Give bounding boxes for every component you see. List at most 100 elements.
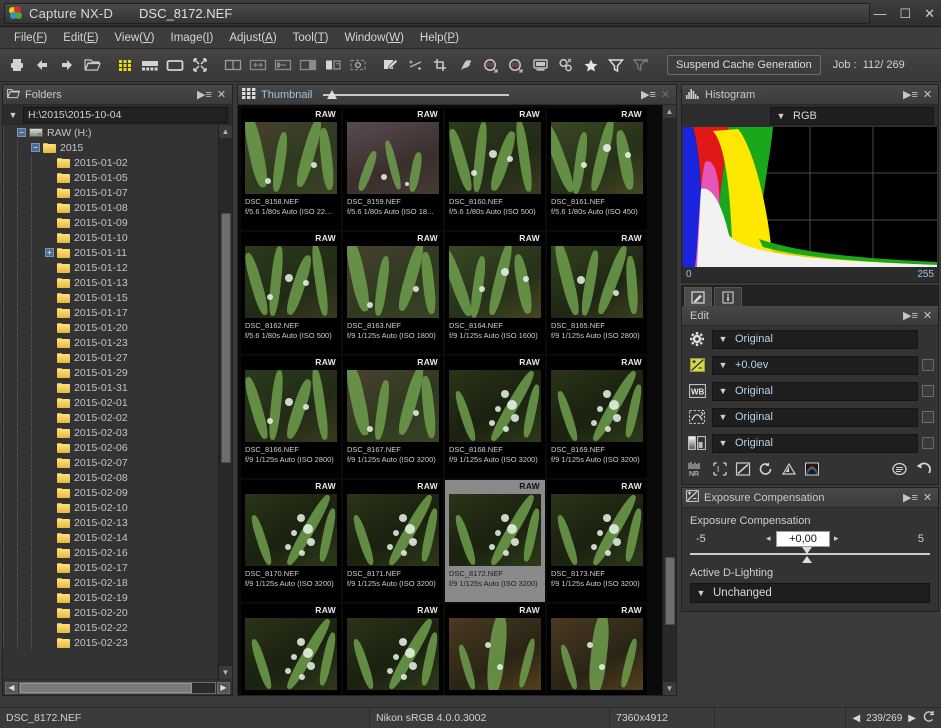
tree-item-year[interactable]: −2015	[3, 140, 218, 155]
edit-select-4[interactable]: ▼Original	[712, 434, 918, 453]
tree-item-2015-01-02[interactable]: 2015-01-02	[3, 155, 218, 170]
tree-item-2015-01-15[interactable]: 2015-01-15	[3, 290, 218, 305]
tree-item-2015-01-07[interactable]: 2015-01-07	[3, 185, 218, 200]
slider-handle[interactable]	[327, 90, 337, 99]
panel-menu-icon[interactable]: ▶≡	[197, 88, 210, 101]
tree-item-2015-02-06[interactable]: 2015-02-06	[3, 440, 218, 455]
exposure-value-input[interactable]: +0,00	[776, 531, 830, 547]
edit-row-checkbox[interactable]	[922, 359, 934, 371]
two-up-compare-icon[interactable]	[222, 54, 244, 76]
forward-arrow-icon[interactable]	[56, 54, 78, 76]
tree-item-2015-02-19[interactable]: 2015-02-19	[3, 590, 218, 605]
menu-item-tool[interactable]: Tool(T)	[286, 30, 336, 46]
noise-reduction-icon[interactable]: NR	[688, 461, 705, 480]
thumbnail-item[interactable]: RAWDSC_8170.NEFf/9 1/125s Auto (ISO 3200…	[241, 480, 341, 602]
refresh-icon[interactable]	[922, 710, 935, 726]
filter-clear-icon[interactable]	[630, 54, 652, 76]
thumbnail-item[interactable]: RAWDSC_8162.NEFf/5.6 1/80s Auto (ISO 500…	[241, 232, 341, 354]
folder-tree-hscrollbar[interactable]: ◀ ▶	[3, 679, 232, 695]
single-image-icon[interactable]	[164, 54, 186, 76]
sharpening-icon[interactable]: I	[712, 461, 728, 480]
expand-toggle[interactable]: +	[45, 248, 54, 257]
thumbnail-item[interactable]: RAWDSC_8171.NEFf/9 1/125s Auto (ISO 3200…	[343, 480, 443, 602]
lens-correction-icon[interactable]: PP	[480, 54, 502, 76]
active-d-lighting-select[interactable]: ▼ Unchanged	[690, 583, 930, 603]
thumbnail-item[interactable]: RAWDSC_8169.NEFf/9 1/125s Auto (ISO 3200…	[547, 356, 647, 478]
panel-menu-icon[interactable]: ▶≡	[903, 88, 916, 101]
thumbnail-item[interactable]: RAWDSC_8165.NEFf/9 1/125s Auto (ISO 2800…	[547, 232, 647, 354]
edit-row-checkbox[interactable]	[922, 411, 934, 423]
thumbnail-item[interactable]: RAWDSC_8166.NEFf/9 1/125s Auto (ISO 2800…	[241, 356, 341, 478]
lens-correction-icon[interactable]	[781, 461, 797, 480]
edit-select-3[interactable]: ▼Original	[712, 408, 918, 427]
filmstrip-icon[interactable]	[139, 54, 161, 76]
hscroll-track[interactable]	[19, 682, 216, 694]
menu-item-view[interactable]: View(V)	[107, 30, 161, 46]
next-image-button[interactable]: ▶	[908, 713, 916, 724]
scroll-down-icon[interactable]: ▼	[219, 666, 232, 679]
scrollbar-thumb[interactable]	[665, 557, 675, 625]
tree-item-2015-01-05[interactable]: 2015-01-05	[3, 170, 218, 185]
tree-item-2015-01-09[interactable]: 2015-01-09	[3, 215, 218, 230]
edit-select-1[interactable]: ▼+0.0ev	[712, 356, 918, 375]
thumbnail-size-slider[interactable]	[323, 89, 509, 101]
close-icon[interactable]: ✕	[921, 88, 934, 101]
chevron-down-icon[interactable]: ▼	[3, 110, 23, 120]
edit-row-checkbox[interactable]	[922, 385, 934, 397]
panel-menu-icon[interactable]: ▶≡	[903, 309, 916, 322]
close-icon[interactable]: ✕	[215, 88, 228, 101]
tree-item-2015-01-17[interactable]: 2015-01-17	[3, 305, 218, 320]
thumbnail-item[interactable]: RAWDSC_8167.NEFf/9 1/125s Auto (ISO 3200…	[343, 356, 443, 478]
tree-item-2015-02-01[interactable]: 2015-02-01	[3, 395, 218, 410]
collapse-toggle[interactable]: −	[17, 128, 26, 137]
thumbnail-item[interactable]: RAWDSC_8159.NEFf/5.6 1/80s Auto (ISO 18.…	[343, 108, 443, 230]
edit-select-0[interactable]: ▼Original	[712, 330, 918, 349]
print-icon[interactable]	[6, 54, 28, 76]
tree-item-2015-02-02[interactable]: 2015-02-02	[3, 410, 218, 425]
light-dark-compare-icon[interactable]	[322, 54, 344, 76]
selection-box-icon[interactable]	[347, 54, 369, 76]
thumbnail-item[interactable]: RAWDSC_8175.NEFf/9 1/125s Auto (ISO 3200…	[343, 604, 443, 695]
fullscreen-icon[interactable]	[189, 54, 211, 76]
tree-item-2015-01-29[interactable]: 2015-01-29	[3, 365, 218, 380]
back-arrow-icon[interactable]	[31, 54, 53, 76]
tree-item-2015-01-20[interactable]: 2015-01-20	[3, 320, 218, 335]
folder-tree-scrollbar[interactable]: ▲ ▼	[218, 125, 232, 679]
thumbnail-item[interactable]: RAWDSC_8177.NEFf/9 1/125s Auto (ISO 2200…	[547, 604, 647, 695]
tree-item-2015-02-23[interactable]: 2015-02-23	[3, 635, 218, 650]
panel-menu-icon[interactable]: ▶≡	[641, 88, 654, 101]
thumbnail-item[interactable]: RAWDSC_8174.NEFf/9 1/125s Auto (ISO 3200…	[241, 604, 341, 695]
tree-item-root[interactable]: −RAW (H:)	[3, 125, 218, 140]
tree-item-2015-01-08[interactable]: 2015-01-08	[3, 200, 218, 215]
eyedropper-icon[interactable]	[380, 54, 402, 76]
scroll-right-icon[interactable]: ▶	[217, 682, 230, 694]
previous-image-button[interactable]: ◀	[852, 713, 860, 724]
tree-item-2015-02-09[interactable]: 2015-02-09	[3, 485, 218, 500]
thumbnail-scrollbar[interactable]: ▲ ▼	[662, 105, 676, 695]
tree-item-2015-02-16[interactable]: 2015-02-16	[3, 545, 218, 560]
star-rating-icon[interactable]	[580, 54, 602, 76]
thumbnail-item[interactable]: RAWDSC_8163.NEFf/9 1/125s Auto (ISO 1800…	[343, 232, 443, 354]
thumbnail-item[interactable]: RAWDSC_8176.NEFf/9 1/125s Auto (ISO 2200…	[445, 604, 545, 695]
tree-item-2015-01-27[interactable]: 2015-01-27	[3, 350, 218, 365]
scroll-up-icon[interactable]: ▲	[663, 105, 676, 118]
revert-icon[interactable]	[915, 461, 932, 480]
tree-item-2015-02-18[interactable]: 2015-02-18	[3, 575, 218, 590]
thumbnail-grid-icon[interactable]	[114, 54, 136, 76]
auto-retouch-icon[interactable]: PP	[505, 54, 527, 76]
menu-item-file[interactable]: File(F)	[7, 30, 54, 46]
display-icon[interactable]	[530, 54, 552, 76]
suspend-cache-generation-button[interactable]: Suspend Cache Generation	[667, 55, 821, 75]
thumbnail-item[interactable]: RAWDSC_8172.NEFf/9 1/125s Auto (ISO 3200…	[445, 480, 545, 602]
tree-item-2015-02-13[interactable]: 2015-02-13	[3, 515, 218, 530]
minimize-button[interactable]: —	[873, 7, 886, 20]
menu-item-adjust[interactable]: Adjust(A)	[222, 30, 283, 46]
tab-info[interactable]	[714, 287, 742, 306]
color-aberration-icon[interactable]	[804, 461, 820, 480]
thumbnail-item[interactable]: RAWDSC_8173.NEFf/9 1/125s Auto (ISO 3200…	[547, 480, 647, 602]
retouch-brush-icon[interactable]	[455, 54, 477, 76]
menu-item-window[interactable]: Window(W)	[337, 30, 410, 46]
exposure-slider-handle-bottom[interactable]	[802, 556, 812, 563]
scrollbar-thumb[interactable]	[221, 213, 231, 463]
scroll-left-icon[interactable]: ◀	[5, 682, 18, 694]
